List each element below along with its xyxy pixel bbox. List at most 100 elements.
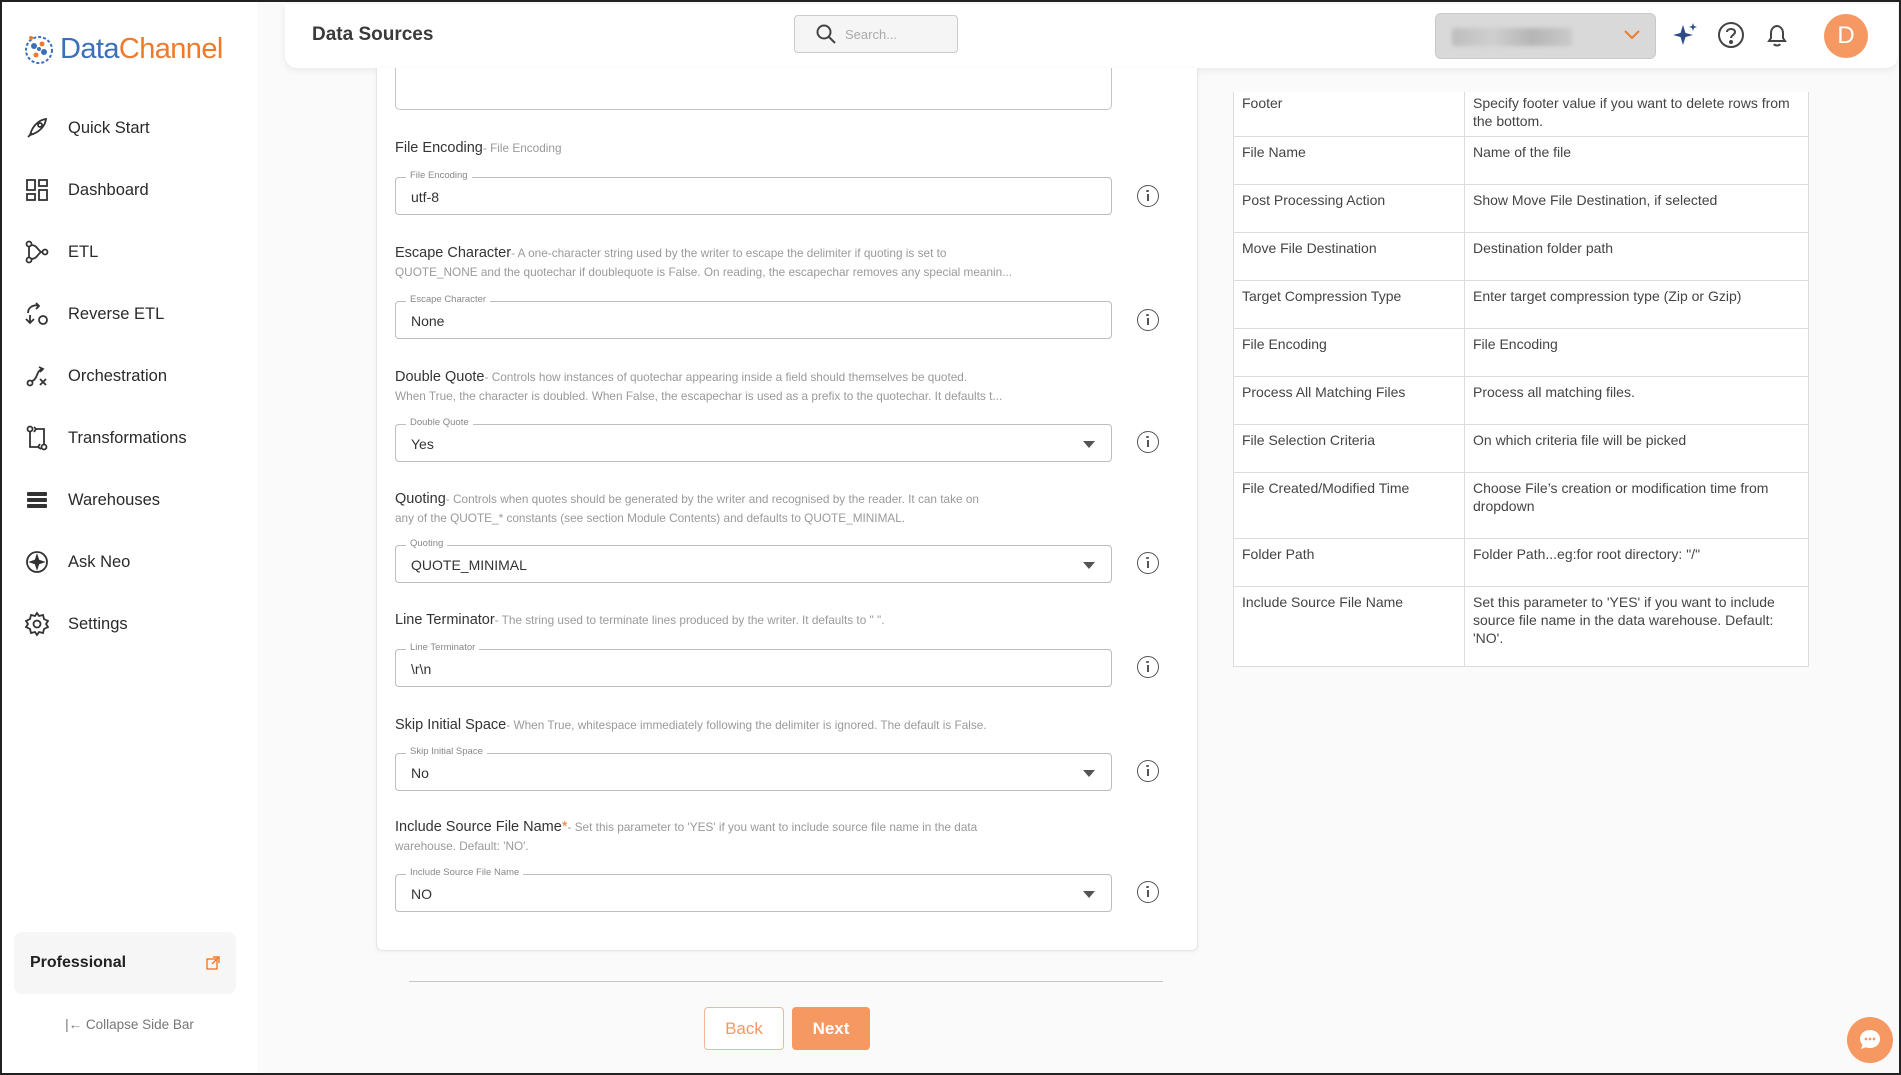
table-row: Post Processing Action Show Move File Des… [1233,184,1809,233]
field-title-quoting: Quoting- Controls when quotes should be … [395,491,979,507]
table-row: File Name Name of the file [1233,136,1809,185]
sidebar-item-label: Warehouses [68,490,161,509]
search-icon [816,24,836,44]
logo-icon [25,36,53,64]
bell-icon[interactable] [1763,21,1791,49]
field-title-skip-initial-space: Skip Initial Space- When True, whitespac… [395,717,987,733]
sidebar-item-ask-neo[interactable]: Ask Neo [2,531,257,593]
field-desc-double-quote: When True, the character is doubled. Whe… [395,389,1003,403]
sidebar-item-orchestration[interactable]: Orchestration [2,345,257,407]
top-header: Data Sources Search... D [285,4,1898,68]
table-row: Include Source File Name Set this paramet… [1233,586,1809,667]
info-icon[interactable] [1137,881,1159,903]
sidebar-item-reverse-etl[interactable]: Reverse ETL [2,283,257,345]
dropdown-caret-icon [1083,562,1095,569]
chat-icon [1860,1030,1880,1049]
sidebar-item-transformations[interactable]: Transformations [2,407,257,469]
table-row: Process All Matching Files Process all ma… [1233,376,1809,425]
field-title-escape-character: Escape Character- A one-character string… [395,245,947,261]
orchestration-icon [26,366,47,387]
param-desc-cell: Show Move File Destination, if selected [1464,184,1809,233]
param-desc-cell: Process all matching files. [1464,376,1809,425]
warehouses-icon [27,492,47,508]
info-icon[interactable] [1137,185,1159,207]
sidebar-item-label: Ask Neo [68,552,131,571]
collapse-sidebar-button[interactable]: |← Collapse Side Bar [2,1017,257,1032]
help-table: Footer Specify footer value if you want t… [1233,92,1809,667]
gear-icon [24,611,50,637]
param-desc-cell: File Encoding [1464,328,1809,377]
param-name-cell: Post Processing Action [1233,184,1465,233]
sidebar-item-label: Reverse ETL [68,304,165,323]
collapse-label: Collapse Side Bar [85,1017,194,1032]
field-title-line-terminator: Line Terminator- The string used to term… [395,612,885,628]
info-icon[interactable] [1137,656,1159,678]
sidebar-item-quick-start[interactable]: Quick Start [2,97,257,159]
brand-name: DataChannel [60,32,223,65]
help-icon[interactable] [1717,21,1745,49]
param-name-cell: File Encoding [1233,328,1465,377]
info-icon[interactable] [1137,309,1159,331]
line-terminator-input[interactable]: Line Terminator \r\n [395,642,1112,687]
sidebar-item-dashboard[interactable]: Dashboard [2,159,257,221]
field-title-include-source-file-name: Include Source File Name*- Set this para… [395,819,978,835]
reverse-etl-icon [25,302,48,325]
info-icon[interactable] [1137,760,1159,782]
param-name-cell: Footer [1233,92,1465,137]
param-name-cell: File Created/Modified Time [1233,472,1465,539]
param-desc-cell: Destination folder path [1464,232,1809,281]
workspace-selector[interactable] [1435,13,1656,59]
file-encoding-input[interactable]: File Encoding utf-8 [395,170,1112,215]
info-icon[interactable] [1137,552,1159,574]
include-source-file-name-select[interactable]: Include Source File Name NO [395,867,1112,912]
sidebar-item-etl[interactable]: ETL [2,221,257,283]
next-button[interactable]: Next [792,1007,870,1050]
sidebar-item-label: Orchestration [68,366,168,385]
param-name-cell: Include Source File Name [1233,586,1465,667]
sidebar-item-label: Dashboard [68,180,149,199]
previous-field-input[interactable] [395,68,1112,110]
sidebar-item-warehouses[interactable]: Warehouses [2,469,257,531]
table-row: File Selection Criteria On which criteria… [1233,424,1809,473]
escape-character-input[interactable]: Escape Character None [395,294,1112,339]
field-desc-quoting: any of the QUOTE_* constants (see sectio… [395,511,906,525]
param-desc-cell: Choose File’s creation or modification t… [1464,472,1809,539]
page-title: Data Sources [312,24,434,45]
table-row: Footer Specify footer value if you want t… [1233,92,1809,137]
table-row: Folder Path Folder Path...eg:for root dir… [1233,538,1809,587]
field-title-double-quote: Double Quote- Controls how instances of … [395,369,968,385]
field-title-file-encoding: File Encoding- File Encoding [395,140,562,156]
skip-initial-space-select[interactable]: Skip Initial Space No [395,746,1112,791]
double-quote-select[interactable]: Double Quote Yes [395,417,1112,462]
field-desc-escape-character: QUOTE_NONE and the quotechar if doublequ… [395,265,1013,279]
param-desc-cell: Folder Path...eg:for root directory: "/" [1464,538,1809,587]
table-row: File Created/Modified Time Choose File’s … [1233,472,1809,539]
back-button[interactable]: Back [704,1007,784,1050]
dashboard-icon [26,179,48,201]
sidebar-item-settings[interactable]: Settings [2,593,257,655]
sidebar-item-label: Transformations [68,428,187,447]
info-icon[interactable] [1137,431,1159,453]
plan-card[interactable]: Professional [14,932,236,994]
dropdown-caret-icon [1083,441,1095,448]
field-desc-include-source-file-name: warehouse. Default: 'NO'. [395,839,529,853]
param-desc-cell: Specify footer value if you want to dele… [1464,92,1809,137]
quoting-select[interactable]: Quoting QUOTE_MINIMAL [395,538,1112,583]
param-name-cell: Move File Destination [1233,232,1465,281]
sidebar: DataChannel Quick Start Dashboard ETL Re… [2,2,257,1073]
plan-label: Professional [30,954,127,971]
avatar[interactable]: D [1824,14,1868,58]
brand-logo[interactable]: DataChannel [22,32,223,66]
param-desc-cell: Name of the file [1464,136,1809,185]
table-row: Move File Destination Destination folder … [1233,232,1809,281]
divider [409,981,1163,982]
search-box[interactable]: Search... [794,15,958,53]
search-input[interactable]: Search... [845,27,897,42]
sparkle-icon[interactable] [1671,21,1699,49]
external-link-icon[interactable] [206,956,220,970]
table-row: Target Compression Type Enter target comp… [1233,280,1809,329]
param-name-cell: File Name [1233,136,1465,185]
sidebar-nav: Quick Start Dashboard ETL Reverse ETL Or… [2,97,257,655]
chat-button[interactable] [1847,1017,1893,1063]
param-name-cell: File Selection Criteria [1233,424,1465,473]
